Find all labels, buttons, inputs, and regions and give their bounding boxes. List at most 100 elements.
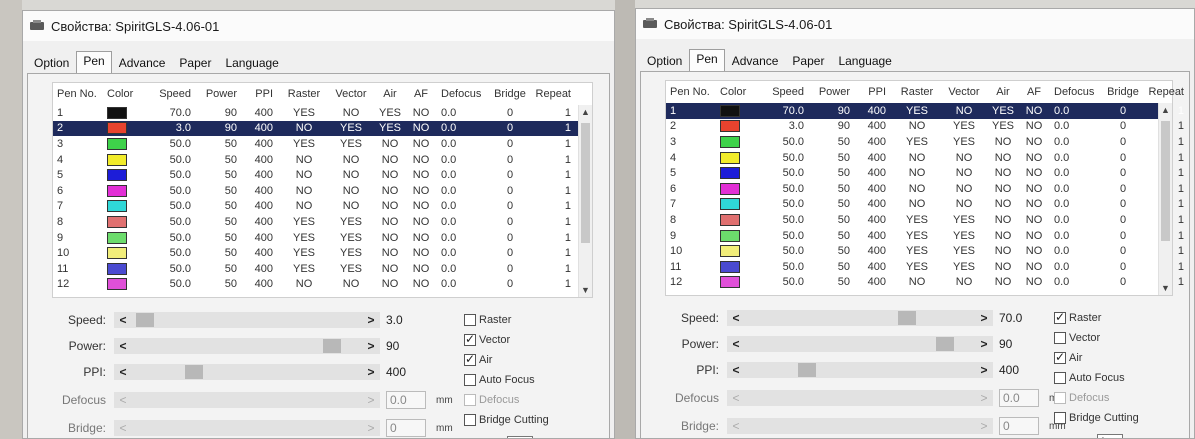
column-header[interactable]: Color [107,88,147,100]
table-row[interactable]: 3 50.0 50 400 YES YES NO NO 0.0 0 1 [666,134,1184,150]
checkbox-vector[interactable]: Vector [1054,328,1139,348]
column-header[interactable]: Bridge [1098,86,1148,98]
ppi-slider[interactable]: < > [727,362,993,378]
column-header[interactable]: Bridge [485,88,535,100]
checkbox-box[interactable] [1054,372,1066,384]
column-header[interactable]: Speed [147,88,197,100]
table-row[interactable]: 4 50.0 50 400 NO NO NO NO 0.0 0 1 [666,150,1184,166]
slider-right-arrow-icon[interactable]: > [362,338,380,354]
slider-left-arrow-icon[interactable]: < [727,310,745,326]
slider-right-arrow-icon[interactable]: > [362,364,380,380]
slider-left-arrow-icon[interactable]: < [114,338,132,354]
power-slider[interactable]: < > [114,338,380,354]
column-header[interactable]: Vector [942,86,986,98]
table-row[interactable]: 1 70.0 90 400 YES NO YES NO 0.0 0 1 [666,103,1184,119]
column-header[interactable]: Raster [892,86,942,98]
table-row[interactable]: 12 50.0 50 400 NO NO NO NO 0.0 0 1 [666,275,1184,291]
checkbox-box[interactable] [464,314,476,326]
table-row[interactable]: 10 50.0 50 400 YES YES NO NO 0.0 0 1 [666,243,1184,259]
defocus-value-input[interactable]: 0.0 [999,389,1039,407]
scroll-up-icon[interactable]: ▲ [581,107,590,117]
checkbox-auto-focus[interactable]: Auto Focus [464,370,549,390]
column-header[interactable]: Defocus [1048,86,1098,98]
speed-slider[interactable]: < > [727,310,993,326]
scroll-down-icon[interactable]: ▼ [1161,283,1170,293]
table-row[interactable]: 7 50.0 50 400 NO NO NO NO 0.0 0 1 [666,197,1184,213]
slider-left-arrow-icon[interactable]: < [114,364,132,380]
checkbox-raster[interactable]: Raster [1054,308,1139,328]
tab-option[interactable]: Option [640,50,689,71]
slider-left-arrow-icon[interactable]: < [114,312,132,328]
column-header[interactable]: AF [407,88,435,100]
ppi-slider[interactable]: < > [114,364,380,380]
tab-pen[interactable]: Pen [76,51,112,73]
table-row[interactable]: 8 50.0 50 400 YES YES NO NO 0.0 0 1 [53,214,592,230]
column-header[interactable]: PPI [856,86,892,98]
checkbox-box[interactable] [1054,310,1066,324]
table-row[interactable]: 7 50.0 50 400 NO NO NO NO 0.0 0 1 [53,199,592,215]
column-header[interactable]: Defocus [435,88,485,100]
table-row[interactable]: 8 50.0 50 400 YES YES NO NO 0.0 0 1 [666,212,1184,228]
table-row[interactable]: 10 50.0 50 400 YES YES NO NO 0.0 0 1 [53,245,592,261]
checkbox-box[interactable] [464,374,476,386]
column-header[interactable]: AF [1020,86,1048,98]
table-row[interactable]: 11 50.0 50 400 YES YES NO NO 0.0 0 1 [666,259,1184,275]
slider-thumb[interactable] [936,337,954,351]
slider-thumb[interactable] [898,311,916,325]
table-row[interactable]: 4 50.0 50 400 NO NO NO NO 0.0 0 1 [53,152,592,168]
column-header[interactable]: Speed [760,86,810,98]
table-row[interactable]: 3 50.0 50 400 YES YES NO NO 0.0 0 1 [53,136,592,152]
window-titlebar[interactable]: Свойства: SpiritGLS-4.06-01 [636,9,1194,39]
slider-thumb[interactable] [798,363,816,377]
tab-advance[interactable]: Advance [112,52,173,73]
bridge-value-input[interactable]: 0 [386,419,426,437]
tab-paper[interactable]: Paper [785,50,831,71]
table-row[interactable]: 6 50.0 50 400 NO NO NO NO 0.0 0 1 [53,183,592,199]
checkbox-air[interactable]: Air [1054,348,1139,368]
slider-left-arrow-icon[interactable]: < [727,362,745,378]
column-header[interactable]: Repeat [535,88,577,100]
scroll-thumb[interactable] [581,123,590,243]
column-header[interactable]: Pen No. [666,86,720,98]
column-header[interactable]: Air [373,88,407,100]
scroll-up-icon[interactable]: ▲ [1161,105,1170,115]
slider-thumb[interactable] [323,339,341,353]
column-header[interactable]: Power [197,88,243,100]
column-header[interactable]: PPI [243,88,279,100]
column-header[interactable]: Vector [329,88,373,100]
checkbox-auto-focus[interactable]: Auto Focus [1054,368,1139,388]
table-row[interactable]: 9 50.0 50 400 YES YES NO NO 0.0 0 1 [666,228,1184,244]
column-header[interactable]: Pen No. [53,88,107,100]
scroll-down-icon[interactable]: ▼ [581,285,590,295]
checkbox-box[interactable] [464,414,476,426]
tab-pen[interactable]: Pen [689,49,725,71]
defocus-value-input[interactable]: 0.0 [386,391,426,409]
slider-thumb[interactable] [136,313,154,327]
column-header[interactable]: Color [720,86,760,98]
table-row[interactable]: 5 50.0 50 400 NO NO NO NO 0.0 0 1 [666,165,1184,181]
slider-right-arrow-icon[interactable]: > [975,336,993,352]
table-row[interactable]: 2 3.0 90 400 NO YES YES NO 0.0 0 1 [53,120,592,137]
table-row[interactable]: 12 50.0 50 400 NO NO NO NO 0.0 0 1 [53,277,592,293]
table-row[interactable]: 9 50.0 50 400 YES YES NO NO 0.0 0 1 [53,230,592,246]
tab-language[interactable]: Language [218,52,285,73]
column-header[interactable]: Power [810,86,856,98]
slider-right-arrow-icon[interactable]: > [975,310,993,326]
tab-language[interactable]: Language [831,50,898,71]
tab-advance[interactable]: Advance [725,50,786,71]
table-row[interactable]: 5 50.0 50 400 NO NO NO NO 0.0 0 1 [53,167,592,183]
checkbox-vector[interactable]: Vector [464,330,549,350]
speed-slider[interactable]: < > [114,312,380,328]
checkbox-box[interactable] [464,352,476,366]
table-row[interactable]: 6 50.0 50 400 NO NO NO NO 0.0 0 1 [666,181,1184,197]
checkbox-air[interactable]: Air [464,350,549,370]
tab-option[interactable]: Option [27,52,76,73]
checkbox-raster[interactable]: Raster [464,310,549,330]
bridge-value-input[interactable]: 0 [999,417,1039,435]
table-row[interactable]: 11 50.0 50 400 YES YES NO NO 0.0 0 1 [53,261,592,277]
table-row[interactable]: 2 3.0 90 400 NO YES YES NO 0.0 0 1 [666,119,1184,135]
repeat-input[interactable]: 1 [1096,434,1123,438]
checkbox-box[interactable] [1054,350,1066,364]
checkbox-bridge-cutting[interactable]: Bridge Cutting [1054,408,1139,428]
column-header[interactable]: Air [986,86,1020,98]
